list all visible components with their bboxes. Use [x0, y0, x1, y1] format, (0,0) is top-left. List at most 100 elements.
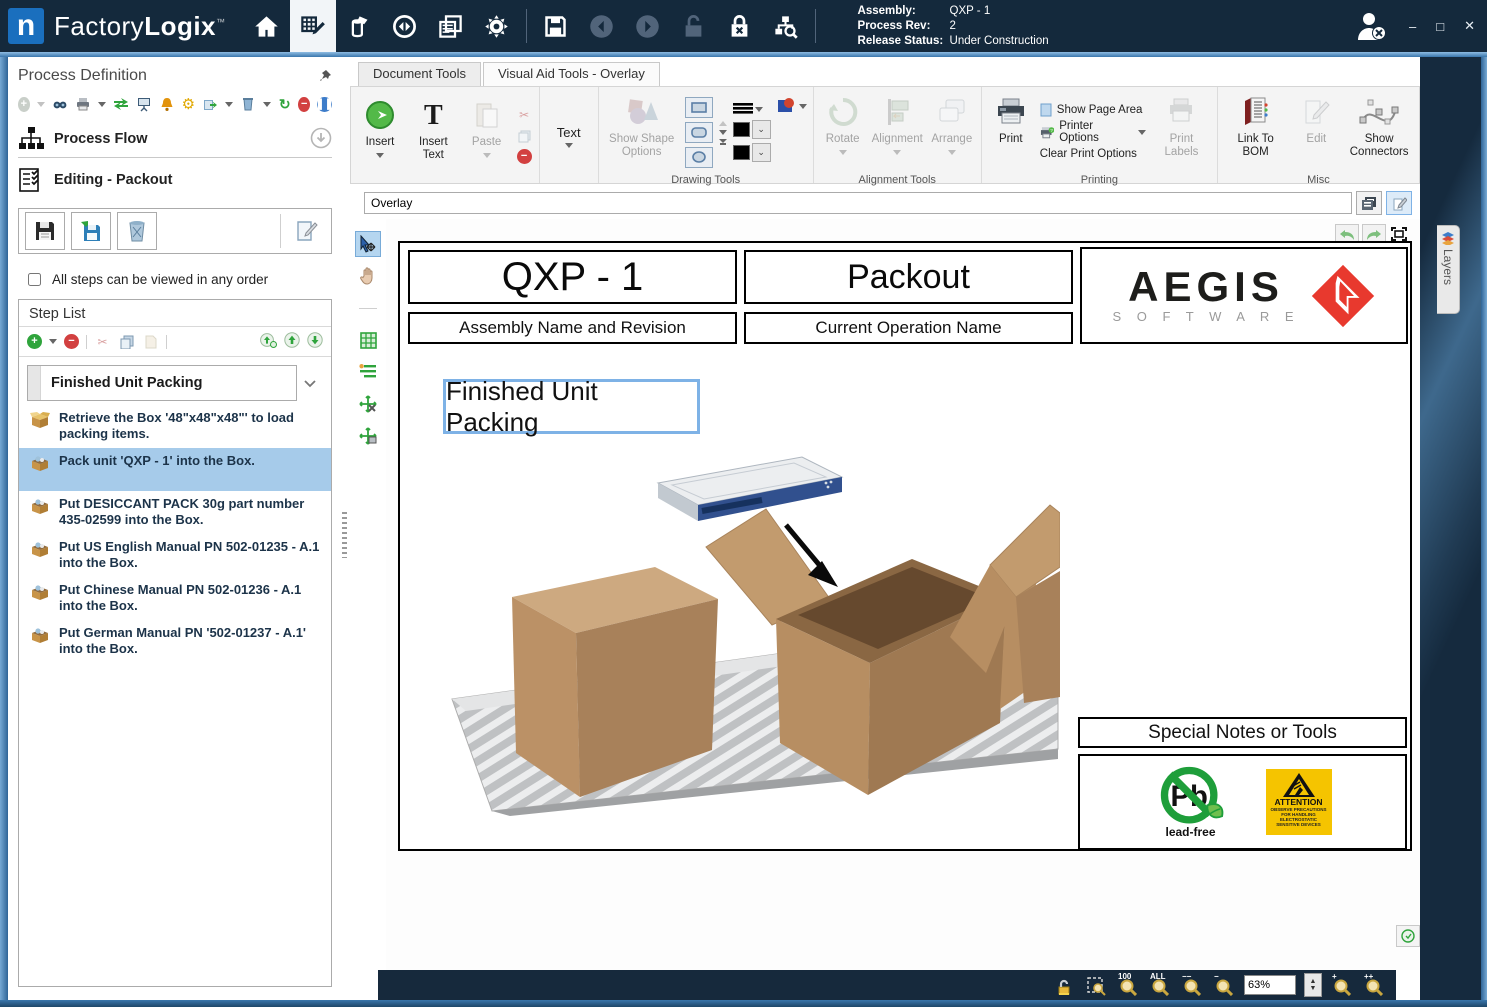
save-step-button[interactable] — [25, 212, 65, 250]
move-object-tool[interactable] — [355, 423, 381, 449]
text-button[interactable]: Text — [546, 94, 592, 176]
sync-icon[interactable] — [382, 0, 428, 52]
insert-text-button[interactable]: T Insert Text — [409, 94, 458, 176]
step-row-4[interactable]: Put US English Manual PN 502-01235 - A.1… — [19, 534, 331, 577]
print-button[interactable]: Print — [988, 91, 1034, 173]
panel-splitter[interactable] — [338, 57, 350, 1000]
aegis-logo-box[interactable]: AEGIS S O F T W A R E — [1080, 247, 1408, 344]
step-group-dropdown[interactable]: Finished Unit Packing — [27, 365, 297, 401]
step-label-textbox[interactable]: Finished Unit Packing — [443, 379, 700, 434]
zoom-in-fast-button[interactable]: ++ — [1362, 974, 1386, 996]
line-style-dropdown[interactable] — [733, 102, 763, 116]
show-connectors-button[interactable]: Show Connectors — [1345, 91, 1413, 173]
notes-title-box[interactable]: Special Notes or Tools — [1078, 717, 1407, 748]
minimize-button[interactable]: – — [1409, 19, 1416, 34]
close-button[interactable]: ✕ — [1464, 18, 1475, 34]
add-process-icon[interactable]: + — [18, 97, 30, 112]
alignment-button[interactable]: Alignment — [872, 91, 923, 173]
zoom-in-button[interactable]: + — [1330, 974, 1354, 996]
visual-aid-page[interactable]: QXP - 1 Assembly Name and Revision Packo… — [398, 241, 1412, 851]
select-tool[interactable] — [355, 231, 381, 257]
documents-icon[interactable] — [428, 0, 474, 52]
refresh-view-button[interactable] — [1396, 925, 1420, 947]
paste-button[interactable]: Paste — [464, 94, 510, 176]
print-caret-icon[interactable] — [98, 102, 106, 107]
pan-tool[interactable] — [355, 263, 381, 289]
reorder-icon[interactable] — [113, 96, 129, 113]
zoom-out-button[interactable]: − — [1212, 974, 1236, 996]
find-icon[interactable] — [52, 96, 68, 113]
splitter-grip[interactable] — [342, 512, 347, 558]
print-process-icon[interactable] — [75, 96, 91, 113]
user-logoff-icon[interactable] — [1353, 8, 1389, 44]
make-substep-icon[interactable] — [260, 333, 277, 351]
settings-gear-icon[interactable] — [474, 0, 520, 52]
pause-icon[interactable]: ❚❚ — [317, 97, 332, 112]
zoom-marquee-icon[interactable] — [1084, 974, 1108, 996]
save-icon[interactable] — [533, 0, 579, 52]
home-icon[interactable] — [244, 0, 290, 52]
show-shape-options-button[interactable]: Show Shape Options — [605, 91, 679, 173]
printer-options-dropdown[interactable]: ?Printer Options — [1040, 122, 1146, 142]
image-color-dropdown[interactable] — [777, 97, 807, 115]
cut-shape-icon[interactable]: ✂ — [516, 107, 533, 124]
step-row-2[interactable]: Pack unit 'QXP - 1' into the Box. — [19, 448, 331, 491]
add-step-icon[interactable]: + — [27, 334, 42, 349]
zoom-100-button[interactable]: 100 — [1116, 974, 1140, 996]
edit-button[interactable]: Edit — [1293, 91, 1339, 173]
pages-button[interactable] — [1356, 191, 1382, 215]
delete-db-icon[interactable] — [240, 96, 256, 113]
shape-scroll-up-icon[interactable] — [719, 121, 727, 126]
print-labels-button[interactable]: Print Labels — [1152, 91, 1211, 173]
zoom-all-button[interactable]: ALL — [1148, 974, 1172, 996]
tab-visual-aid-tools[interactable]: Visual Aid Tools - Overlay — [483, 62, 660, 86]
delete-db-caret-icon[interactable] — [263, 102, 271, 107]
forward-icon[interactable] — [625, 0, 671, 52]
operation-title-box[interactable]: Packout — [744, 250, 1073, 304]
gear-yellow-icon[interactable]: ⚙ — [182, 96, 195, 113]
ellipse-shape-button[interactable] — [685, 147, 713, 168]
process-flow-row[interactable]: Process Flow — [18, 121, 332, 158]
remove-red-icon[interactable]: − — [298, 97, 310, 112]
edit-overlay-button[interactable] — [1386, 191, 1412, 215]
fill-color-dropdown[interactable]: ⌄ — [733, 143, 771, 162]
clear-print-options-button[interactable]: Clear Print Options — [1040, 144, 1137, 164]
unlock-icon[interactable] — [671, 0, 717, 52]
remove-shape-icon[interactable]: − — [517, 149, 532, 164]
refresh-icon[interactable]: ↻ — [278, 96, 291, 113]
paste-icon[interactable] — [142, 333, 159, 350]
step-row-3[interactable]: Put DESICCANT PACK 30g part number 435-0… — [19, 491, 331, 534]
discard-button[interactable] — [117, 212, 157, 250]
zoom-lock-icon[interactable] — [1052, 974, 1076, 996]
tab-document-tools[interactable]: Document Tools — [358, 62, 481, 86]
assembly-caption-box[interactable]: Assembly Name and Revision — [408, 312, 737, 344]
pin-icon[interactable] — [318, 69, 332, 83]
move-anchor-tool[interactable] — [355, 391, 381, 417]
add-process-caret-icon[interactable] — [37, 102, 45, 107]
move-step-up-icon[interactable] — [284, 332, 300, 351]
add-step-caret-icon[interactable] — [49, 339, 57, 344]
process-search-icon[interactable] — [763, 0, 809, 52]
materials-icon[interactable] — [336, 0, 382, 52]
alert-bell-icon[interactable] — [159, 96, 175, 113]
export-icon[interactable] — [202, 96, 218, 113]
step-row-6[interactable]: Put German Manual PN '502-01237 - A.1' i… — [19, 620, 331, 663]
grid-snap-tool[interactable] — [355, 327, 381, 353]
zoom-out-fast-button[interactable]: −− — [1180, 974, 1204, 996]
shape-scroll-down-icon[interactable] — [719, 130, 727, 135]
shape-more-icon[interactable] — [719, 139, 727, 143]
step-row-1[interactable]: Retrieve the Box '48"x48"x48"' to load p… — [19, 405, 331, 448]
assembly-title-box[interactable]: QXP - 1 — [408, 250, 737, 304]
show-page-area-toggle[interactable]: Show Page Area — [1040, 100, 1143, 120]
lock-x-icon[interactable] — [717, 0, 763, 52]
arrange-button[interactable]: Arrange — [929, 91, 975, 173]
step-row-5[interactable]: Put Chinese Manual PN 502-01236 - A.1 in… — [19, 577, 331, 620]
presentation-icon[interactable] — [136, 96, 152, 113]
step-group-chevron-icon[interactable] — [297, 376, 323, 391]
edit-notes-button[interactable] — [287, 213, 325, 249]
move-step-down-icon[interactable] — [307, 332, 323, 351]
design-viewport[interactable]: QXP - 1 Assembly Name and Revision Packo… — [386, 219, 1420, 970]
copy-shape-icon[interactable] — [516, 128, 533, 145]
save-close-button[interactable] — [71, 212, 111, 250]
process-editor-icon[interactable] — [290, 0, 336, 52]
